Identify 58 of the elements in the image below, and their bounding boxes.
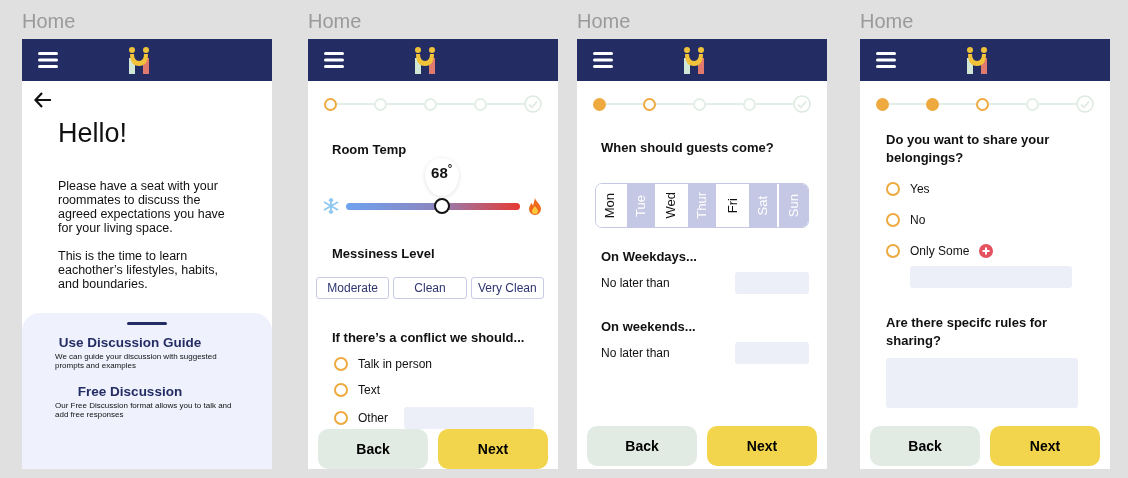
- radio-button[interactable]: [334, 383, 348, 397]
- question-label: Room Temp: [332, 141, 408, 159]
- radio-button[interactable]: [334, 357, 348, 371]
- intro-paragraph: This is the time to learn eachother’s lifestyles, habits, and boundaries.: [58, 249, 220, 292]
- snowflake-icon: [322, 197, 340, 215]
- radio-button[interactable]: [886, 244, 900, 258]
- frame-label: Home: [577, 9, 631, 33]
- field-label: No later than: [601, 275, 670, 292]
- question-label: If there’s a conflict we should...: [332, 329, 526, 347]
- option-button[interactable]: Moderate: [316, 277, 390, 299]
- flame-icon: [526, 197, 544, 215]
- option-button[interactable]: Very Clean: [470, 277, 544, 299]
- question-label: On weekends...: [601, 318, 697, 336]
- value-bubble: 68$^{°}$: [424, 157, 459, 196]
- menu-icon[interactable]: [324, 52, 344, 68]
- next-button[interactable]: Next: [438, 429, 548, 469]
- back-button[interactable]: Back: [870, 426, 980, 466]
- logo-icon: [682, 46, 706, 74]
- frame-label: Home: [860, 9, 914, 33]
- slider-thumb[interactable]: [433, 198, 450, 214]
- next-button[interactable]: Next: [990, 426, 1100, 466]
- back-button[interactable]: Back: [318, 429, 428, 469]
- option-description: Our Free Discussion format allows you to talk and add free responses: [55, 401, 233, 419]
- option-label: Only Some: [910, 243, 970, 260]
- question-label: Are there specifc rules for sharing?: [886, 314, 1049, 350]
- drag-handle[interactable]: [126, 322, 167, 325]
- greeting-heading: Hello!: [58, 117, 129, 150]
- option-title[interactable]: Use Discussion Guide: [55, 335, 205, 350]
- menu-icon[interactable]: [593, 52, 613, 68]
- back-arrow-icon[interactable]: [34, 91, 52, 109]
- option-label: Talk in person: [358, 356, 433, 373]
- text-field[interactable]: [404, 407, 534, 429]
- option-label: Other: [358, 410, 388, 427]
- menu-icon[interactable]: [876, 52, 896, 68]
- option-button[interactable]: Clean: [393, 277, 467, 299]
- question-label: Do you want to share your belongings?: [886, 131, 1051, 167]
- menu-icon[interactable]: [38, 52, 58, 68]
- next-button[interactable]: Next: [707, 426, 817, 466]
- option-label: Yes: [910, 181, 930, 198]
- option-label: No: [910, 212, 926, 229]
- frame-label: Home: [22, 9, 76, 33]
- logo-icon: [127, 46, 151, 74]
- option-label: Text: [358, 382, 380, 399]
- radio-button[interactable]: [886, 182, 900, 196]
- back-button[interactable]: Back: [587, 426, 697, 466]
- radio-button[interactable]: [334, 411, 348, 425]
- logo-icon: [413, 46, 437, 74]
- option-title[interactable]: Free Discussion: [55, 384, 205, 399]
- logo-icon: [965, 46, 989, 74]
- radio-button[interactable]: [886, 213, 900, 227]
- option-description: We can guide your discussion with suggested prompts and examples: [55, 352, 218, 370]
- field-label: No later than: [601, 345, 670, 362]
- question-label: Messiness Level: [332, 245, 436, 263]
- frame-label: Home: [308, 9, 362, 33]
- question-label: On Weekdays...: [601, 248, 698, 266]
- add-icon[interactable]: [979, 244, 994, 258]
- intro-paragraph: Please have a seat with your roommates to discuss the agreed expectations you have for your living space.: [58, 179, 226, 236]
- question-label: When should guests come?: [601, 139, 775, 157]
